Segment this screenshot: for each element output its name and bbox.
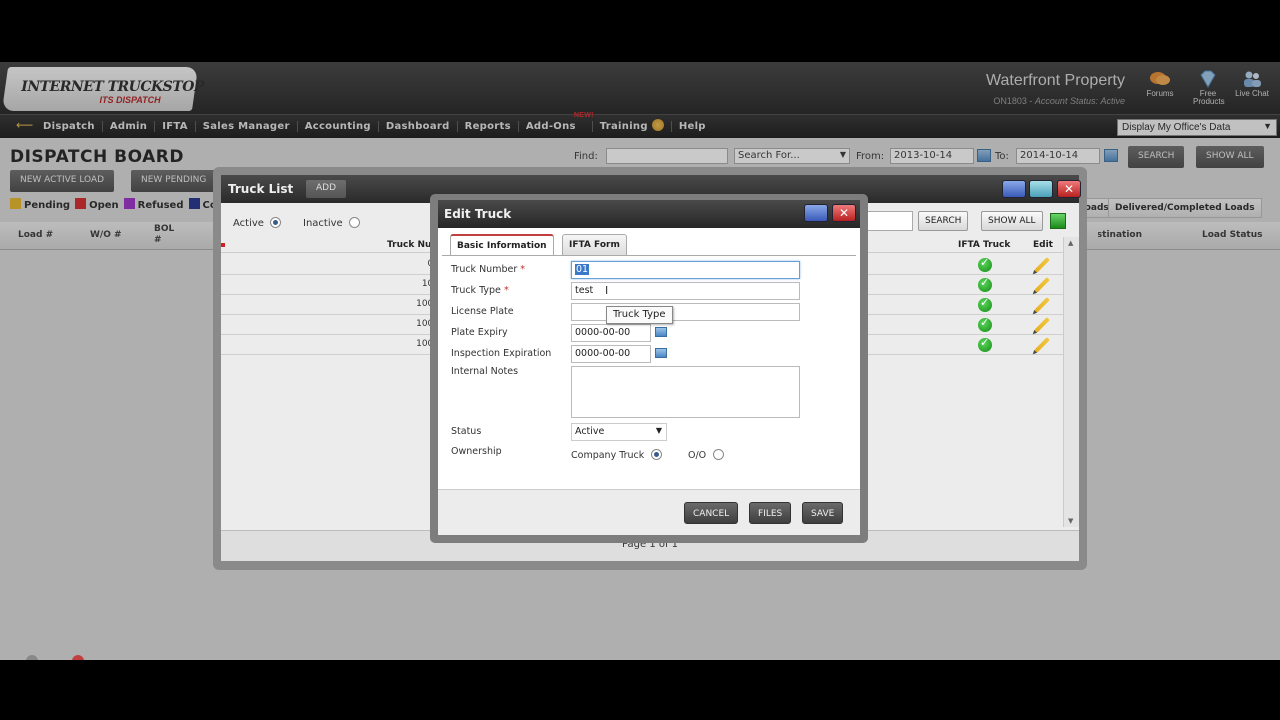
calendar-icon[interactable] [655,348,667,358]
internal-notes-label: Internal Notes [451,366,519,377]
edit-truck-dialog: Edit Truck ✕ Basic Information IFTA Form… [430,194,868,543]
truck-type-input[interactable]: test I [571,282,800,300]
ownership-company-radio[interactable] [651,449,663,460]
edit-pencil-icon[interactable] [1034,337,1050,353]
export-excel-icon[interactable] [1050,213,1066,229]
truck-list-title: Truck List [228,182,294,196]
edit-pencil-icon[interactable] [1034,317,1050,333]
tab-basic-information[interactable]: Basic Information [450,234,554,255]
truck-type-tooltip: Truck Type [606,306,673,324]
edit-pencil-icon[interactable] [1034,297,1050,313]
col-ifta-truck: IFTA Truck [958,240,1011,250]
edit-pencil-icon[interactable] [1034,257,1050,273]
ownership-label: Ownership [451,446,502,457]
calendar-icon[interactable] [655,327,667,337]
chevron-down-icon: ▼ [655,426,662,435]
truck-show-all-button[interactable]: SHOW ALL [981,211,1043,231]
check-icon [978,316,992,332]
check-icon [978,256,992,272]
inspection-expiration-input[interactable]: 0000-00-00 [571,345,651,363]
plate-expiry-label: Plate Expiry [451,327,508,338]
license-plate-label: License Plate [451,306,514,317]
truck-number-input[interactable]: 01 [571,261,800,279]
truck-search-input[interactable] [861,211,913,231]
ownership-oo-radio[interactable] [713,449,725,460]
save-button[interactable]: SAVE [802,502,844,524]
add-truck-button[interactable]: ADD [306,180,346,198]
edit-truck-titlebar: Edit Truck ✕ [438,200,860,228]
truck-type-label: Truck Type * [451,285,509,296]
status-label: Status [451,426,482,437]
check-icon [978,336,992,352]
cancel-button[interactable]: CANCEL [684,502,739,524]
active-filter-label: Active [233,218,264,229]
check-icon [978,296,992,312]
minimize-icon[interactable] [1029,180,1053,198]
text-cursor-icon: I [605,284,609,297]
tab-divider [442,255,856,256]
check-icon [978,276,992,292]
plate-expiry-input[interactable]: 0000-00-00 [571,324,651,342]
inactive-radio[interactable] [348,217,360,228]
truck-type-label-text: Truck Type [451,285,501,296]
inactive-filter-label: Inactive [303,218,343,229]
active-radio[interactable] [270,217,282,228]
inactive-filter[interactable]: Inactive [303,217,360,229]
truck-number-label: Truck Number * [451,264,525,275]
internal-notes-textarea[interactable] [571,366,800,418]
close-icon[interactable]: ✕ [832,204,856,222]
app-screen: INTERNET TRUCKSTOP ITS DISPATCH Waterfro… [0,62,1280,660]
inspection-expiration-label: Inspection Expiration [451,348,552,359]
status-select[interactable]: Active ▼ [571,423,667,441]
files-button[interactable]: FILES [749,502,792,524]
edit-truck-title: Edit Truck [444,207,512,221]
ownership-company-label: Company Truck [571,450,645,461]
ownership-oo-option[interactable]: O/O [688,449,725,461]
active-filter[interactable]: Active [233,217,282,229]
truck-grid-scrollbar[interactable]: ▲ ▼ [1063,237,1079,527]
status-dot-icon [72,655,84,660]
scroll-up-icon[interactable]: ▲ [1068,239,1073,247]
truck-number-label-text: Truck Number [451,264,518,275]
status-dot-icon [26,655,38,660]
tab-ifta-form[interactable]: IFTA Form [562,234,627,255]
restore-icon[interactable] [804,204,828,222]
edit-truck-body: Basic Information IFTA Form Truck Number… [438,228,860,489]
truck-type-value: test [575,285,594,296]
ownership-company-option[interactable]: Company Truck [571,449,663,461]
truck-number-value: 01 [575,264,590,275]
required-marker [221,243,225,247]
ownership-oo-label: O/O [688,450,707,461]
restore-icon[interactable] [1002,180,1026,198]
truck-search-button[interactable]: SEARCH [918,211,969,231]
edit-pencil-icon[interactable] [1034,277,1050,293]
required-mark: * [503,285,509,296]
required-mark: * [520,264,526,275]
scroll-down-icon[interactable]: ▼ [1068,517,1073,525]
close-icon[interactable]: ✕ [1057,180,1081,198]
col-edit: Edit [1033,240,1053,250]
status-select-value: Active [575,426,605,437]
edit-truck-footer: CANCEL FILES SAVE [438,489,860,535]
